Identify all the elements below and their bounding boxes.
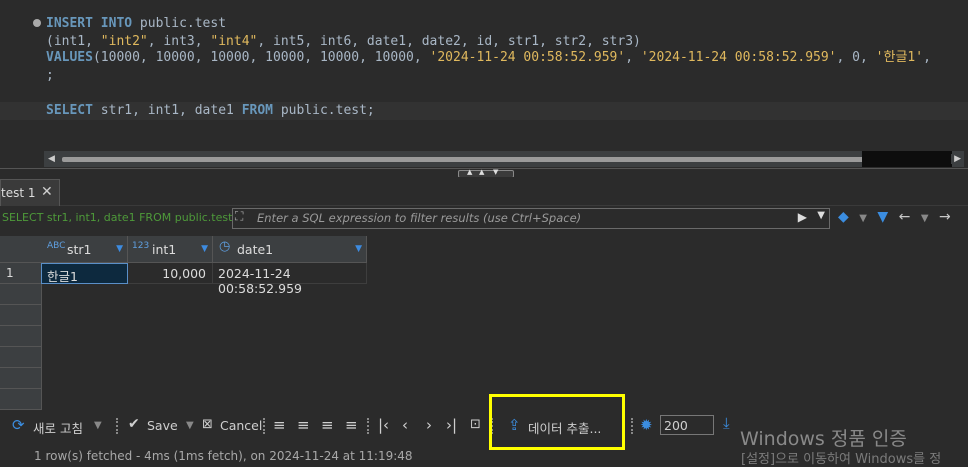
scroll-left-icon[interactable]: ◀ xyxy=(48,154,55,164)
code-line-4: ; xyxy=(46,68,54,83)
fetch-all-icon[interactable]: ⊡ xyxy=(470,417,481,432)
row-number-empty xyxy=(0,368,42,389)
result-tab-bar: test 1 ✕ xyxy=(0,177,968,206)
table-cell-str1[interactable]: 한글1 xyxy=(41,263,128,284)
status-text: 1 row(s) fetched - 4ms (1ms fetch), on 2… xyxy=(34,449,413,463)
cancel-icon[interactable]: ⊠ xyxy=(202,417,213,432)
row-number[interactable]: 1 xyxy=(0,263,42,284)
sql-editor[interactable]: INSERT INTO public.test (int1, "int2", i… xyxy=(0,0,968,168)
add-row-icon[interactable]: ≡ xyxy=(297,416,310,434)
separator xyxy=(631,418,635,434)
row-number-empty xyxy=(0,326,42,347)
eraser-icon[interactable]: ◆ xyxy=(838,209,849,225)
scrollbar-thumb[interactable] xyxy=(62,157,906,162)
save-button[interactable]: Save xyxy=(147,418,178,433)
code-line-2: (int1, "int2", int3, "int4", int5, int6,… xyxy=(46,34,641,49)
eraser-dropdown-icon[interactable]: ▼ xyxy=(859,213,867,224)
separator xyxy=(116,418,120,434)
sort-dropdown-icon[interactable]: ▼ xyxy=(355,244,362,254)
delete-row-icon[interactable]: ≡ xyxy=(345,416,358,434)
number-type-icon: 123 xyxy=(132,241,150,251)
scroll-right-icon[interactable]: ▶ xyxy=(951,154,964,164)
code-line-6: SELECT str1, int1, date1 FROM public.tes… xyxy=(46,103,375,118)
column-name: int1 xyxy=(152,242,177,257)
editor-horizontal-scrollbar[interactable]: ◀ ▶ xyxy=(44,151,964,167)
filter-bar: SELECT str1, int1, date1 FROM public.tes… xyxy=(0,206,968,230)
row-number-empty xyxy=(0,389,42,410)
first-page-icon[interactable]: |‹ xyxy=(378,416,389,434)
filter-history-dropdown-icon[interactable]: ▼ xyxy=(817,210,825,221)
text-type-icon: ABC xyxy=(47,241,66,251)
fetch-next-icon[interactable]: ⤓ xyxy=(723,414,730,432)
save-check-icon[interactable]: ✔ xyxy=(128,416,140,432)
prev-page-icon[interactable]: ‹ xyxy=(402,416,408,434)
source-query-label: SELECT str1, int1, date1 FROM public.tes… xyxy=(2,211,233,224)
column-header-str1[interactable]: ABC str1 ▼ xyxy=(41,236,128,263)
table-cell-int1[interactable]: 10,000 xyxy=(128,263,213,284)
sort-dropdown-icon[interactable]: ▼ xyxy=(201,244,208,254)
expand-editor-icon[interactable]: ⛶ xyxy=(235,209,243,224)
filter-prev-icon[interactable]: ← xyxy=(899,209,911,225)
activation-watermark-title: Windows 정품 인증 xyxy=(740,428,907,450)
filter-funnel-icon[interactable]: ▼ xyxy=(877,209,888,225)
row-number-empty xyxy=(0,284,42,305)
last-page-icon[interactable]: ›| xyxy=(446,416,457,434)
filter-actions: ◆ ▼ ▼ ← ▼ → xyxy=(838,209,957,225)
separator xyxy=(367,418,371,434)
save-dropdown-icon[interactable]: ▼ xyxy=(186,420,194,431)
filter-placeholder: Enter a SQL expression to filter results… xyxy=(257,211,582,225)
activation-watermark-subtitle: [설정]으로 이동하여 Windows를 정 xyxy=(741,452,942,467)
apply-filter-icon[interactable]: ▶ xyxy=(798,210,807,224)
fetch-size-input[interactable]: 200 xyxy=(660,415,714,435)
next-page-icon[interactable]: › xyxy=(426,416,432,434)
gear-icon[interactable]: ✹ xyxy=(640,416,653,434)
refresh-icon[interactable]: ⟳ xyxy=(12,416,25,434)
column-name: str1 xyxy=(67,242,92,257)
copy-row-icon[interactable]: ≡ xyxy=(321,416,334,434)
filter-input[interactable]: ⛶ Enter a SQL expression to filter resul… xyxy=(232,208,830,229)
table-cell-date1[interactable]: 2024-11-24 00:58:52.959 xyxy=(213,263,367,296)
result-grid: ABC str1 ▼ 123 int1 ▼ ◷ date1 ▼ 1 한글1 10… xyxy=(0,233,968,410)
refresh-button[interactable]: 새로 고침 xyxy=(33,418,83,437)
column-header-date1[interactable]: ◷ date1 ▼ xyxy=(213,236,367,263)
cancel-button[interactable]: Cancel xyxy=(220,418,262,433)
grid-corner[interactable] xyxy=(0,236,42,263)
column-name: date1 xyxy=(237,242,274,257)
separator xyxy=(263,418,267,434)
statement-marker-icon xyxy=(33,19,41,27)
close-icon[interactable]: ✕ xyxy=(41,184,53,200)
row-number-empty xyxy=(0,347,42,368)
sort-dropdown-icon[interactable]: ▼ xyxy=(116,244,123,254)
collapse-up-icon-2[interactable]: ▲ xyxy=(479,168,484,176)
code-line-3: VALUES(10000, 10000, 10000, 10000, 10000… xyxy=(46,50,931,65)
tab-label: test 1 xyxy=(1,186,36,200)
edit-row-icon[interactable]: ≡ xyxy=(273,416,286,434)
collapse-up-icon[interactable]: ▲ xyxy=(467,168,472,176)
row-number-empty xyxy=(0,305,42,326)
refresh-dropdown-icon[interactable]: ▼ xyxy=(94,420,102,431)
tab-test-1[interactable]: test 1 ✕ xyxy=(0,179,60,206)
column-header-int1[interactable]: 123 int1 ▼ xyxy=(128,236,213,263)
code-line-1: INSERT INTO public.test xyxy=(46,16,227,31)
expand-down-icon[interactable]: ▼ xyxy=(493,168,498,176)
scrollbar-track-dark xyxy=(862,151,952,167)
clock-icon: ◷ xyxy=(219,239,231,254)
filter-next-icon[interactable]: → xyxy=(939,209,951,225)
highlight-box xyxy=(489,394,625,450)
filter-prev-dropdown-icon[interactable]: ▼ xyxy=(921,213,929,224)
